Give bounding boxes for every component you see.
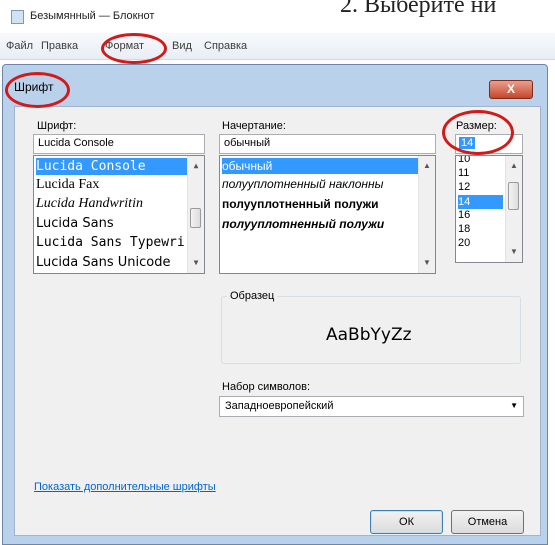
size-label: Размер: [456,120,497,132]
menu-help[interactable]: Справка [204,40,247,52]
style-input[interactable]: обычный [219,134,436,154]
menu-format[interactable]: Формат [105,40,144,52]
menu-edit[interactable]: Правка [41,40,78,52]
style-list-item[interactable]: полууплотненный полужи [222,197,379,211]
size-list-item[interactable]: 12 [458,181,470,193]
size-list-item[interactable]: 20 [458,237,470,249]
scroll-up-icon[interactable]: ▲ [188,158,204,174]
scroll-down-icon[interactable]: ▼ [506,244,522,260]
close-button[interactable]: X [489,80,533,99]
font-list[interactable]: Lucida Console Lucida Fax Lucida Handwri… [33,155,205,274]
size-list-item[interactable]: 18 [458,223,470,235]
menu-bar: Файл Правка Формат Вид Справка [0,33,555,60]
scroll-thumb[interactable] [190,208,201,228]
font-list-item[interactable]: Lucida Sans [36,216,114,231]
size-list-item[interactable]: 11 [458,167,469,179]
charset-value: Западноевропейский [225,400,334,412]
menu-file[interactable]: Файл [6,40,33,52]
sample-text: AaBbYyZz [326,325,412,345]
instruction-overlay-text: 2. Выберите ни [340,0,497,18]
dialog-title: Шрифт [14,80,54,94]
style-label: Начертание: [222,120,286,132]
ok-button[interactable]: ОК [370,510,443,534]
style-list-scrollbar[interactable]: ▲ ▼ [418,156,435,273]
font-list-item[interactable]: Lucida Fax [36,177,99,193]
font-list-item[interactable]: Lucida Console [36,158,188,175]
size-list-item[interactable]: 10 [458,156,470,165]
size-list[interactable]: 10 11 12 14 16 18 20 ▲ ▼ [455,155,523,263]
notepad-title: Безымянный — Блокнот [30,10,155,22]
scroll-down-icon[interactable]: ▼ [419,255,435,271]
scroll-thumb[interactable] [508,182,519,210]
chevron-down-icon: ▼ [510,401,518,410]
scroll-up-icon[interactable]: ▲ [506,158,522,174]
font-list-item[interactable]: Lucida Handwritin [36,196,143,212]
notepad-icon [11,10,24,24]
style-list-item[interactable]: обычный [222,158,420,174]
charset-label: Набор символов: [222,381,311,393]
size-input-value: 14 [459,137,476,149]
size-list-item[interactable]: 14 [458,195,503,209]
font-name-input[interactable]: Lucida Console [33,134,205,154]
size-list-scrollbar[interactable]: ▲ ▼ [505,156,522,262]
font-list-scrollbar[interactable]: ▲ ▼ [187,156,204,273]
font-list-item[interactable]: Lucida Sans Typewri [36,235,185,250]
font-label: Шрифт: [37,120,77,132]
scroll-down-icon[interactable]: ▼ [188,255,204,271]
cancel-button[interactable]: Отмена [451,510,524,534]
show-more-fonts-link[interactable]: Показать дополнительные шрифты [34,481,216,493]
font-list-item[interactable]: Lucida Sans Unicode [36,255,170,270]
size-list-item[interactable]: 16 [458,209,470,221]
style-list[interactable]: обычный полууплотненный наклонны полуупл… [219,155,436,274]
size-input[interactable]: 14 [455,134,523,154]
style-list-item[interactable]: полууплотненный наклонны [222,177,383,191]
sample-label: Образец [227,290,278,302]
charset-select[interactable]: Западноевропейский ▼ [219,396,524,417]
menu-view[interactable]: Вид [172,40,192,52]
scroll-up-icon[interactable]: ▲ [419,158,435,174]
style-list-item[interactable]: полууплотненный полужи [222,217,384,231]
